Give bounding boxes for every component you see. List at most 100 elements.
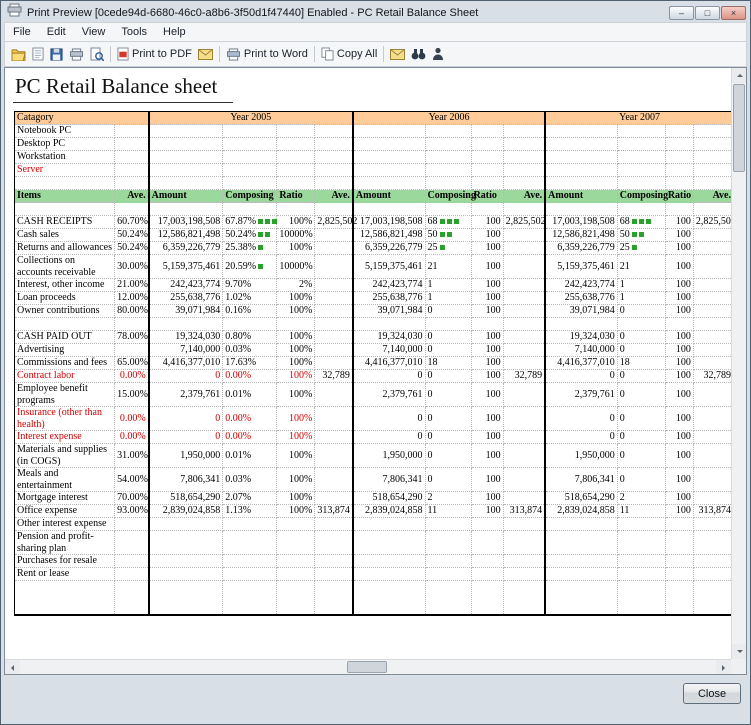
composing-bar-icon xyxy=(447,219,452,224)
period-ave-value xyxy=(503,444,545,468)
period-ave-value xyxy=(315,555,353,568)
amount-value: 19,324,030 xyxy=(353,331,425,344)
cell xyxy=(425,164,471,177)
open-button[interactable] xyxy=(8,46,29,63)
data-row: Office expense93.00%2,839,024,8581.13%10… xyxy=(15,505,732,518)
composing-bar-icon xyxy=(440,219,445,224)
composing-value: 0 xyxy=(617,468,665,492)
print-preview-button[interactable] xyxy=(87,45,107,63)
email-pdf-button[interactable] xyxy=(195,47,216,62)
menu-file[interactable]: File xyxy=(5,24,39,40)
cell xyxy=(115,164,149,177)
scroll-right-button[interactable] xyxy=(716,660,731,675)
period-ave-value xyxy=(693,555,731,568)
cell xyxy=(693,203,731,216)
period-ave-value xyxy=(315,229,353,242)
cell xyxy=(15,318,115,331)
scroll-left-button[interactable] xyxy=(5,660,20,675)
composing-header: Composing xyxy=(223,190,277,203)
find-icon xyxy=(411,48,426,60)
ratio-value: 100% xyxy=(277,505,315,518)
composing-value: 0.03% xyxy=(223,344,277,357)
cell xyxy=(693,125,731,138)
copy-all-button[interactable]: Copy All xyxy=(318,45,380,63)
print-button[interactable] xyxy=(66,46,87,63)
row-label: Interest, other income xyxy=(15,279,115,292)
print-to-word-button[interactable]: Print to Word xyxy=(223,46,311,63)
close-button[interactable]: Close xyxy=(683,683,741,704)
ratio-value: 100 xyxy=(471,242,503,255)
ratio-value: 100 xyxy=(665,492,693,505)
cell xyxy=(149,581,223,615)
ratio-value xyxy=(277,568,315,581)
period-ave-value xyxy=(503,331,545,344)
toolbar-separator xyxy=(219,46,220,62)
cell xyxy=(425,581,471,615)
data-row: Cash sales50.24%12,586,821,49850.24%1000… xyxy=(15,229,732,242)
cell xyxy=(149,151,223,164)
ave-value xyxy=(115,568,149,581)
cell xyxy=(471,318,503,331)
arrow-right-icon xyxy=(722,665,728,671)
print-to-pdf-button[interactable]: Print to PDF xyxy=(114,45,195,63)
composing-value: 25.38% xyxy=(223,242,277,255)
row-label: Loan proceeds xyxy=(15,292,115,305)
horizontal-scroll-thumb[interactable] xyxy=(347,661,387,673)
composing-value xyxy=(425,568,471,581)
ave-value: 54.00% xyxy=(115,468,149,492)
page-icon xyxy=(32,47,44,61)
toolbar-separator xyxy=(110,46,111,62)
user-button[interactable] xyxy=(429,45,447,63)
close-window-button[interactable]: × xyxy=(721,6,746,20)
vertical-scrollbar[interactable] xyxy=(731,68,746,659)
cell xyxy=(15,177,115,190)
composing-value: 21 xyxy=(425,255,471,279)
composing-value xyxy=(617,518,665,531)
period-ave-value xyxy=(315,383,353,407)
cell xyxy=(223,203,277,216)
vertical-scroll-thumb[interactable] xyxy=(733,84,745,172)
amount-value: 7,806,341 xyxy=(149,468,223,492)
ratio-value: 100 xyxy=(471,492,503,505)
amount-value: 0 xyxy=(149,370,223,383)
period-ave-value xyxy=(315,518,353,531)
ratio-value: 100 xyxy=(471,305,503,318)
cell xyxy=(503,581,545,615)
toolbar-separator xyxy=(383,46,384,62)
category-header: Catagory xyxy=(15,112,149,125)
cell xyxy=(315,177,353,190)
menu-edit[interactable]: Edit xyxy=(39,24,74,40)
window-controls: – □ × xyxy=(668,6,746,20)
cell xyxy=(223,151,277,164)
save-button[interactable] xyxy=(47,46,66,63)
composing-value: 0.00% xyxy=(223,370,277,383)
row-label: Materials and supplies (in COGS) xyxy=(15,444,115,468)
minimize-button[interactable]: – xyxy=(669,6,694,20)
cell xyxy=(503,151,545,164)
title-bar[interactable]: Print Preview [0cede94d-6680-46c0-a8b6-3… xyxy=(4,1,747,22)
cell xyxy=(545,125,617,138)
scroll-up-button[interactable] xyxy=(732,68,747,83)
period-ave-value xyxy=(693,344,731,357)
menu-view[interactable]: View xyxy=(74,24,114,40)
horizontal-scrollbar[interactable] xyxy=(5,659,731,674)
scroll-down-button[interactable] xyxy=(732,644,747,659)
email-button[interactable] xyxy=(387,47,408,62)
cell xyxy=(353,125,425,138)
printer-icon xyxy=(226,48,241,61)
composing-value xyxy=(223,518,277,531)
ratio-value: 100 xyxy=(665,431,693,444)
cell xyxy=(503,177,545,190)
menu-tools[interactable]: Tools xyxy=(113,24,155,40)
composing-bar-icon xyxy=(272,219,277,224)
menu-help[interactable]: Help xyxy=(155,24,194,40)
row-label: Other interest expense xyxy=(15,518,115,531)
ave-value: 0.00% xyxy=(115,407,149,431)
composing-value: 0 xyxy=(425,331,471,344)
maximize-button[interactable]: □ xyxy=(695,6,720,20)
period-ave-value: 2,825,502 xyxy=(315,216,353,229)
row-label: Interest expense xyxy=(15,431,115,444)
composing-value: 0.03% xyxy=(223,468,277,492)
new-page-button[interactable] xyxy=(29,45,47,63)
find-button[interactable] xyxy=(408,46,429,62)
